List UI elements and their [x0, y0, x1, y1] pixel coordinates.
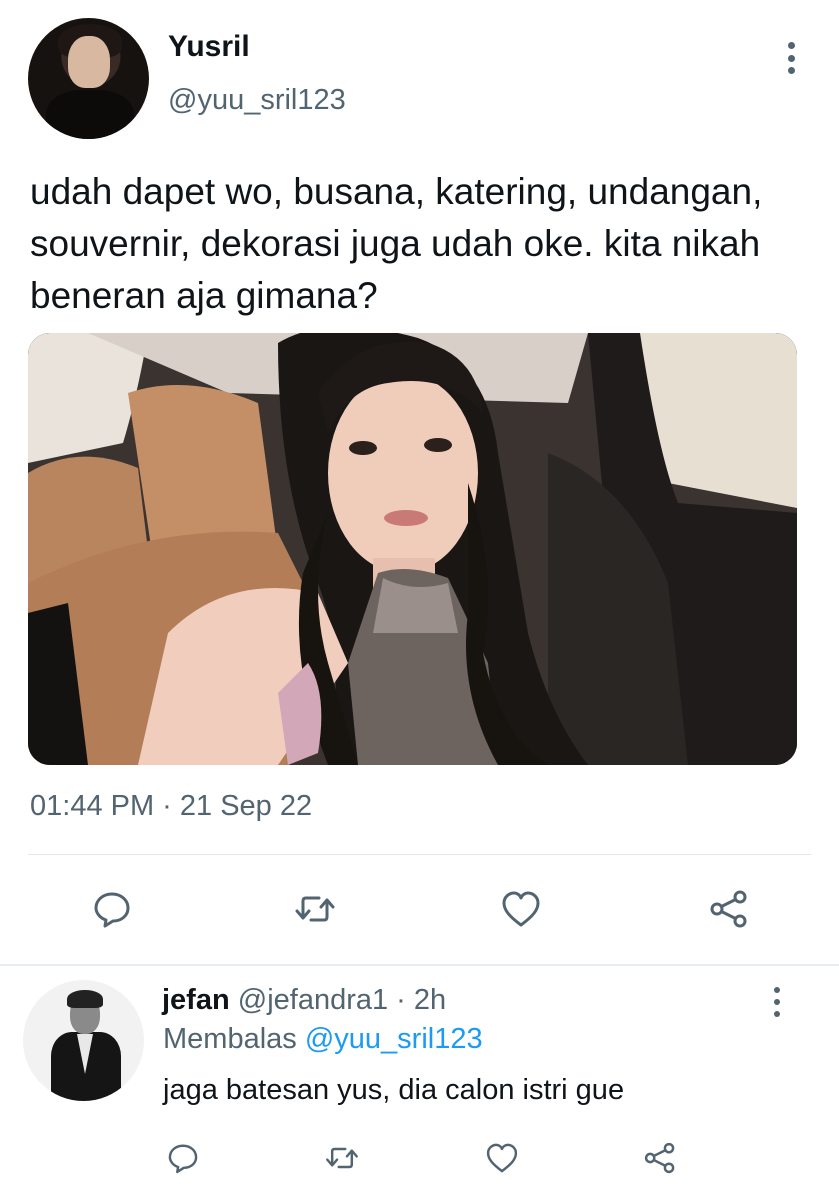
reply-reply-button[interactable]	[165, 1140, 201, 1176]
retweet-button[interactable]	[293, 887, 337, 931]
reply-button[interactable]	[90, 887, 134, 931]
reply-icon	[168, 1144, 198, 1174]
reply-author-meta: @jefandra1 · 2h	[237, 984, 447, 1016]
reply-author-avatar[interactable]	[23, 980, 144, 1101]
reply-author-name[interactable]: jefan	[162, 984, 230, 1016]
like-button[interactable]	[499, 887, 543, 931]
reply-share-button[interactable]	[642, 1140, 678, 1176]
reply-like-button[interactable]	[484, 1140, 520, 1176]
reply-icon	[94, 892, 130, 928]
retweet-icon	[295, 896, 335, 922]
like-icon	[502, 891, 540, 927]
author-display-name[interactable]: Yusril	[168, 30, 250, 64]
author-handle[interactable]: @yuu_sril123	[168, 84, 346, 117]
reply-retweet-button[interactable]	[324, 1140, 360, 1176]
reply-header: jefan @jefandra1 · 2h	[162, 984, 446, 1017]
tweet-text: udah dapet wo, busana, katering, undanga…	[30, 171, 763, 316]
tweet-detail-screen: Yusril @yuu_sril123 udah dapet wo, busan…	[0, 0, 839, 1200]
reply-more-options-icon[interactable]	[773, 987, 781, 1017]
retweet-icon	[326, 1147, 358, 1169]
tweet-media-image[interactable]	[28, 333, 797, 765]
thread-separator	[0, 964, 839, 966]
reply-text: jaga batesan yus, dia calon istri gue	[163, 1074, 625, 1106]
replying-to-label: Membalas	[163, 1023, 297, 1055]
like-icon	[486, 1143, 518, 1173]
author-avatar[interactable]	[28, 18, 149, 139]
replying-to-mention[interactable]: @yuu_sril123	[305, 1023, 483, 1055]
more-options-icon[interactable]	[787, 42, 795, 74]
replying-to-line: Membalas @yuu_sril123	[163, 1023, 483, 1056]
share-icon	[644, 1142, 675, 1174]
divider	[28, 854, 811, 855]
share-button[interactable]	[707, 887, 751, 931]
share-icon	[710, 890, 747, 928]
tweet-timestamp: 01:44 PM · 21 Sep 22	[30, 790, 313, 822]
